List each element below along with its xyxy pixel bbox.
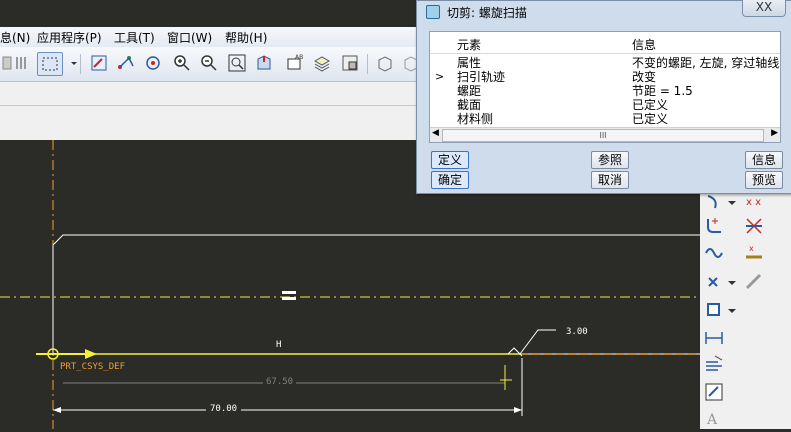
constraint-tool-icon[interactable]: [702, 380, 726, 404]
sketch-toolbar: x x x A: [700, 190, 791, 429]
dashboard-area: [0, 82, 430, 140]
dialog-title: 切剪: 螺旋扫描: [447, 6, 527, 20]
equal-mark-bottom: [282, 297, 296, 300]
model-setup-icon[interactable]: [339, 52, 361, 74]
dialog-app-icon: [426, 5, 440, 19]
offset-tool-icon[interactable]: [702, 298, 726, 322]
sketch-icon[interactable]: [88, 52, 110, 74]
ok-button[interactable]: 确定: [431, 171, 469, 189]
dim-small-label[interactable]: 3.00: [566, 327, 588, 337]
point-dropdown-icon[interactable]: [726, 270, 738, 294]
cancel-button[interactable]: 取消: [591, 171, 629, 189]
menu-tools[interactable]: 工具(T): [114, 29, 155, 46]
references-button[interactable]: 参照: [591, 151, 629, 169]
csys-label: PRT_CSYS_DEF: [60, 362, 126, 372]
wireframe-icon[interactable]: [374, 52, 396, 74]
row-info: 不变的螺距, 左旋, 穿过轴线: [632, 56, 780, 70]
current-row-marker: >: [435, 70, 445, 83]
datum-point-icon[interactable]: [114, 52, 136, 74]
element-table: 元素 信息 属性 不变的螺距, 左旋, 穿过轴线 > 扫引轨迹 改变 螺距 节距…: [429, 31, 781, 143]
dimension-tool-icon[interactable]: [702, 326, 726, 350]
info-button[interactable]: 信息: [745, 151, 783, 169]
header-divider: [430, 53, 780, 54]
menu-applications[interactable]: 应用程序(P): [37, 29, 102, 46]
row-element: 截面: [457, 98, 482, 112]
chain-tool-icon[interactable]: [742, 270, 766, 294]
table-row[interactable]: 材料侧 已定义: [430, 112, 780, 126]
fillet-tool-icon[interactable]: [702, 214, 726, 238]
row-element: 材料侧: [457, 112, 494, 126]
toolbar-separator: [367, 54, 368, 74]
dim-arrow-right: [514, 407, 522, 413]
scroll-left-icon[interactable]: ◀: [432, 128, 439, 138]
leader-line: [519, 329, 556, 355]
dim-total-label[interactable]: 70.00: [206, 404, 242, 414]
dashboard-divider: [0, 105, 430, 106]
sketch-profile: [52, 234, 700, 355]
define-button[interactable]: 定义: [431, 151, 469, 169]
spline-tool-icon[interactable]: [702, 240, 726, 264]
modify-tool-icon[interactable]: [702, 352, 726, 376]
point-x-icon[interactable]: [702, 270, 726, 294]
zoom-in-icon[interactable]: [171, 52, 193, 74]
offset-dropdown-icon[interactable]: [726, 298, 738, 322]
table-row[interactable]: 截面 已定义: [430, 98, 780, 112]
saved-views-icon[interactable]: AB: [284, 52, 306, 74]
menu-help[interactable]: 帮助(H): [225, 29, 267, 46]
horizontal-scrollbar[interactable]: ◀ III ▶: [430, 127, 780, 142]
row-info: 节距 = 1.5: [632, 84, 693, 98]
table-row[interactable]: > 扫引轨迹 改变: [430, 70, 780, 84]
menu-info[interactable]: 息(N): [0, 29, 30, 46]
dim-inner-label[interactable]: 67.50: [263, 377, 297, 387]
column-header-info: 信息: [632, 38, 657, 52]
zoom-out-icon[interactable]: [198, 52, 220, 74]
horizontal-constraint: H: [276, 340, 282, 350]
scroll-thumb[interactable]: III: [442, 129, 764, 142]
row-info: 改变: [632, 70, 657, 84]
scroll-right-icon[interactable]: ▶: [771, 128, 778, 138]
dropdown-arrow-icon[interactable]: [63, 52, 85, 74]
svg-text:x: x: [749, 244, 754, 253]
svg-text:AB: AB: [295, 54, 303, 61]
helical-sweep-dialog: 切剪: 螺旋扫描 XX 元素 信息 属性 不变的螺距, 左旋, 穿过轴线 > 扫…: [416, 0, 791, 194]
table-row[interactable]: 属性 不变的螺距, 左旋, 穿过轴线: [430, 56, 780, 70]
preview-button[interactable]: 预览: [745, 171, 783, 189]
divide-tool-icon[interactable]: x: [742, 240, 766, 264]
menu-window[interactable]: 窗口(W): [167, 29, 212, 46]
cut-feature: [507, 347, 523, 357]
toolbar-separator: [80, 54, 81, 74]
csys-arrow: [85, 349, 97, 359]
refit-icon[interactable]: [226, 52, 248, 74]
row-element: 属性: [457, 56, 482, 70]
reorient-icon[interactable]: [253, 52, 275, 74]
spin-center-icon[interactable]: [142, 52, 164, 74]
text-tool-icon[interactable]: A: [702, 406, 726, 430]
table-row[interactable]: 螺距 节距 = 1.5: [430, 84, 780, 98]
close-button[interactable]: XX: [742, 0, 786, 17]
layers-icon[interactable]: [311, 52, 333, 74]
mirror-icon[interactable]: [12, 52, 34, 74]
select-box-icon[interactable]: [37, 52, 63, 76]
dim-arrow-left: [53, 407, 61, 413]
row-element: 螺距: [457, 84, 482, 98]
svg-text:x x: x x: [746, 197, 761, 208]
svg-text:A: A: [706, 412, 718, 428]
row-info: 已定义: [632, 98, 669, 112]
trim-tool-icon[interactable]: [742, 214, 766, 238]
row-element: 扫引轨迹: [457, 70, 506, 84]
row-info: 已定义: [632, 112, 669, 126]
column-header-element: 元素: [457, 38, 482, 52]
equal-mark-top: [282, 291, 296, 294]
